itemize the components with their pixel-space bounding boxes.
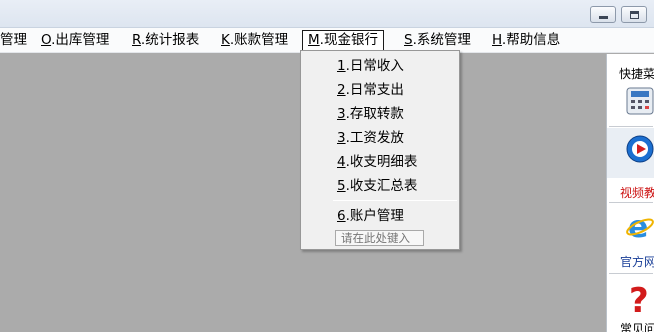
option-shortcut: 1 <box>337 58 346 74</box>
option-label: .账户管理 <box>345 208 404 224</box>
option-label: .日常收入 <box>345 58 404 74</box>
internet-explorer-icon[interactable]: e <box>625 209 654 247</box>
menu-item-reports[interactable]: R.统计报表 <box>127 30 204 51</box>
menu-option-payroll[interactable]: 3.工资发放 <box>337 128 404 148</box>
menu-shortcut: H <box>492 32 502 48</box>
menu-item-label: .出库管理 <box>51 32 110 48</box>
calculator-icon[interactable] <box>625 86 654 120</box>
menu-item-label: .统计报表 <box>140 32 200 48</box>
quick-menu-title: 快捷菜 <box>619 67 654 81</box>
menu-type-here-input[interactable] <box>335 230 424 246</box>
option-shortcut: 4 <box>337 154 346 170</box>
menu-item-outbound[interactable]: O.出库管理 <box>36 30 114 51</box>
menu-shortcut: M <box>308 32 320 48</box>
menu-option-daily-income[interactable]: 1.日常收入 <box>337 56 404 76</box>
menu-option-deposit-transfer[interactable]: 3.存取转款 <box>337 104 404 124</box>
option-shortcut: 5 <box>337 178 346 194</box>
menu-item-partial[interactable]: 管理 <box>0 30 32 51</box>
quick-menu-panel: 快捷菜 视频教 e 官方网 ? 常见问 <box>606 54 654 332</box>
option-shortcut: 3 <box>337 130 346 146</box>
help-question-icon[interactable]: ? <box>625 280 654 321</box>
option-shortcut: 3 <box>337 106 346 122</box>
menu-shortcut: O <box>41 32 52 48</box>
menu-option-daily-expense[interactable]: 2.日常支出 <box>337 80 404 100</box>
menu-item-label: .现金银行 <box>319 32 378 48</box>
menu-item-help[interactable]: H.帮助信息 <box>487 30 565 51</box>
menu-item-accounts[interactable]: K.账款管理 <box>216 30 293 51</box>
video-player-icon[interactable] <box>625 133 654 169</box>
menu-item-label: 管理 <box>0 32 27 48</box>
menu-item-label: .系统管理 <box>412 32 471 48</box>
option-label: .收支明细表 <box>345 154 418 170</box>
menu-shortcut: K <box>221 32 230 48</box>
maximize-icon <box>630 11 639 19</box>
menu-item-label: .账款管理 <box>229 32 289 48</box>
option-label: .日常支出 <box>345 82 404 98</box>
svg-text:?: ? <box>629 281 649 316</box>
maximize-button[interactable] <box>621 6 647 23</box>
minimize-icon <box>599 16 608 19</box>
menu-option-ledger-summary[interactable]: 5.收支汇总表 <box>337 176 417 196</box>
option-shortcut: 2 <box>337 82 346 98</box>
option-label: .收支汇总表 <box>345 178 418 194</box>
menu-item-cash-bank[interactable]: M.现金银行 <box>302 30 384 51</box>
menu-shortcut: S <box>404 32 413 48</box>
option-label: .存取转款 <box>345 106 404 122</box>
menu-option-account-management[interactable]: 6.账户管理 <box>337 206 404 226</box>
quick-item-label: 视频教 <box>620 186 654 200</box>
quick-item-label: 官方网 <box>620 255 654 269</box>
quick-item-label: 常见问 <box>620 322 654 332</box>
title-bar <box>0 0 654 28</box>
cash-bank-dropdown-menu: 1.日常收入 2.日常支出 3.存取转款 3.工资发放 4.收支明细表 5.收支… <box>300 50 460 250</box>
option-label: .工资发放 <box>345 130 404 146</box>
menu-item-label: .帮助信息 <box>501 32 561 48</box>
minimize-button[interactable] <box>590 6 616 23</box>
menu-shortcut: R <box>132 32 141 48</box>
option-shortcut: 6 <box>337 208 346 224</box>
menu-item-system[interactable]: S.系统管理 <box>399 30 476 51</box>
menu-separator <box>333 200 457 201</box>
menu-option-ledger-detail[interactable]: 4.收支明细表 <box>337 152 417 172</box>
